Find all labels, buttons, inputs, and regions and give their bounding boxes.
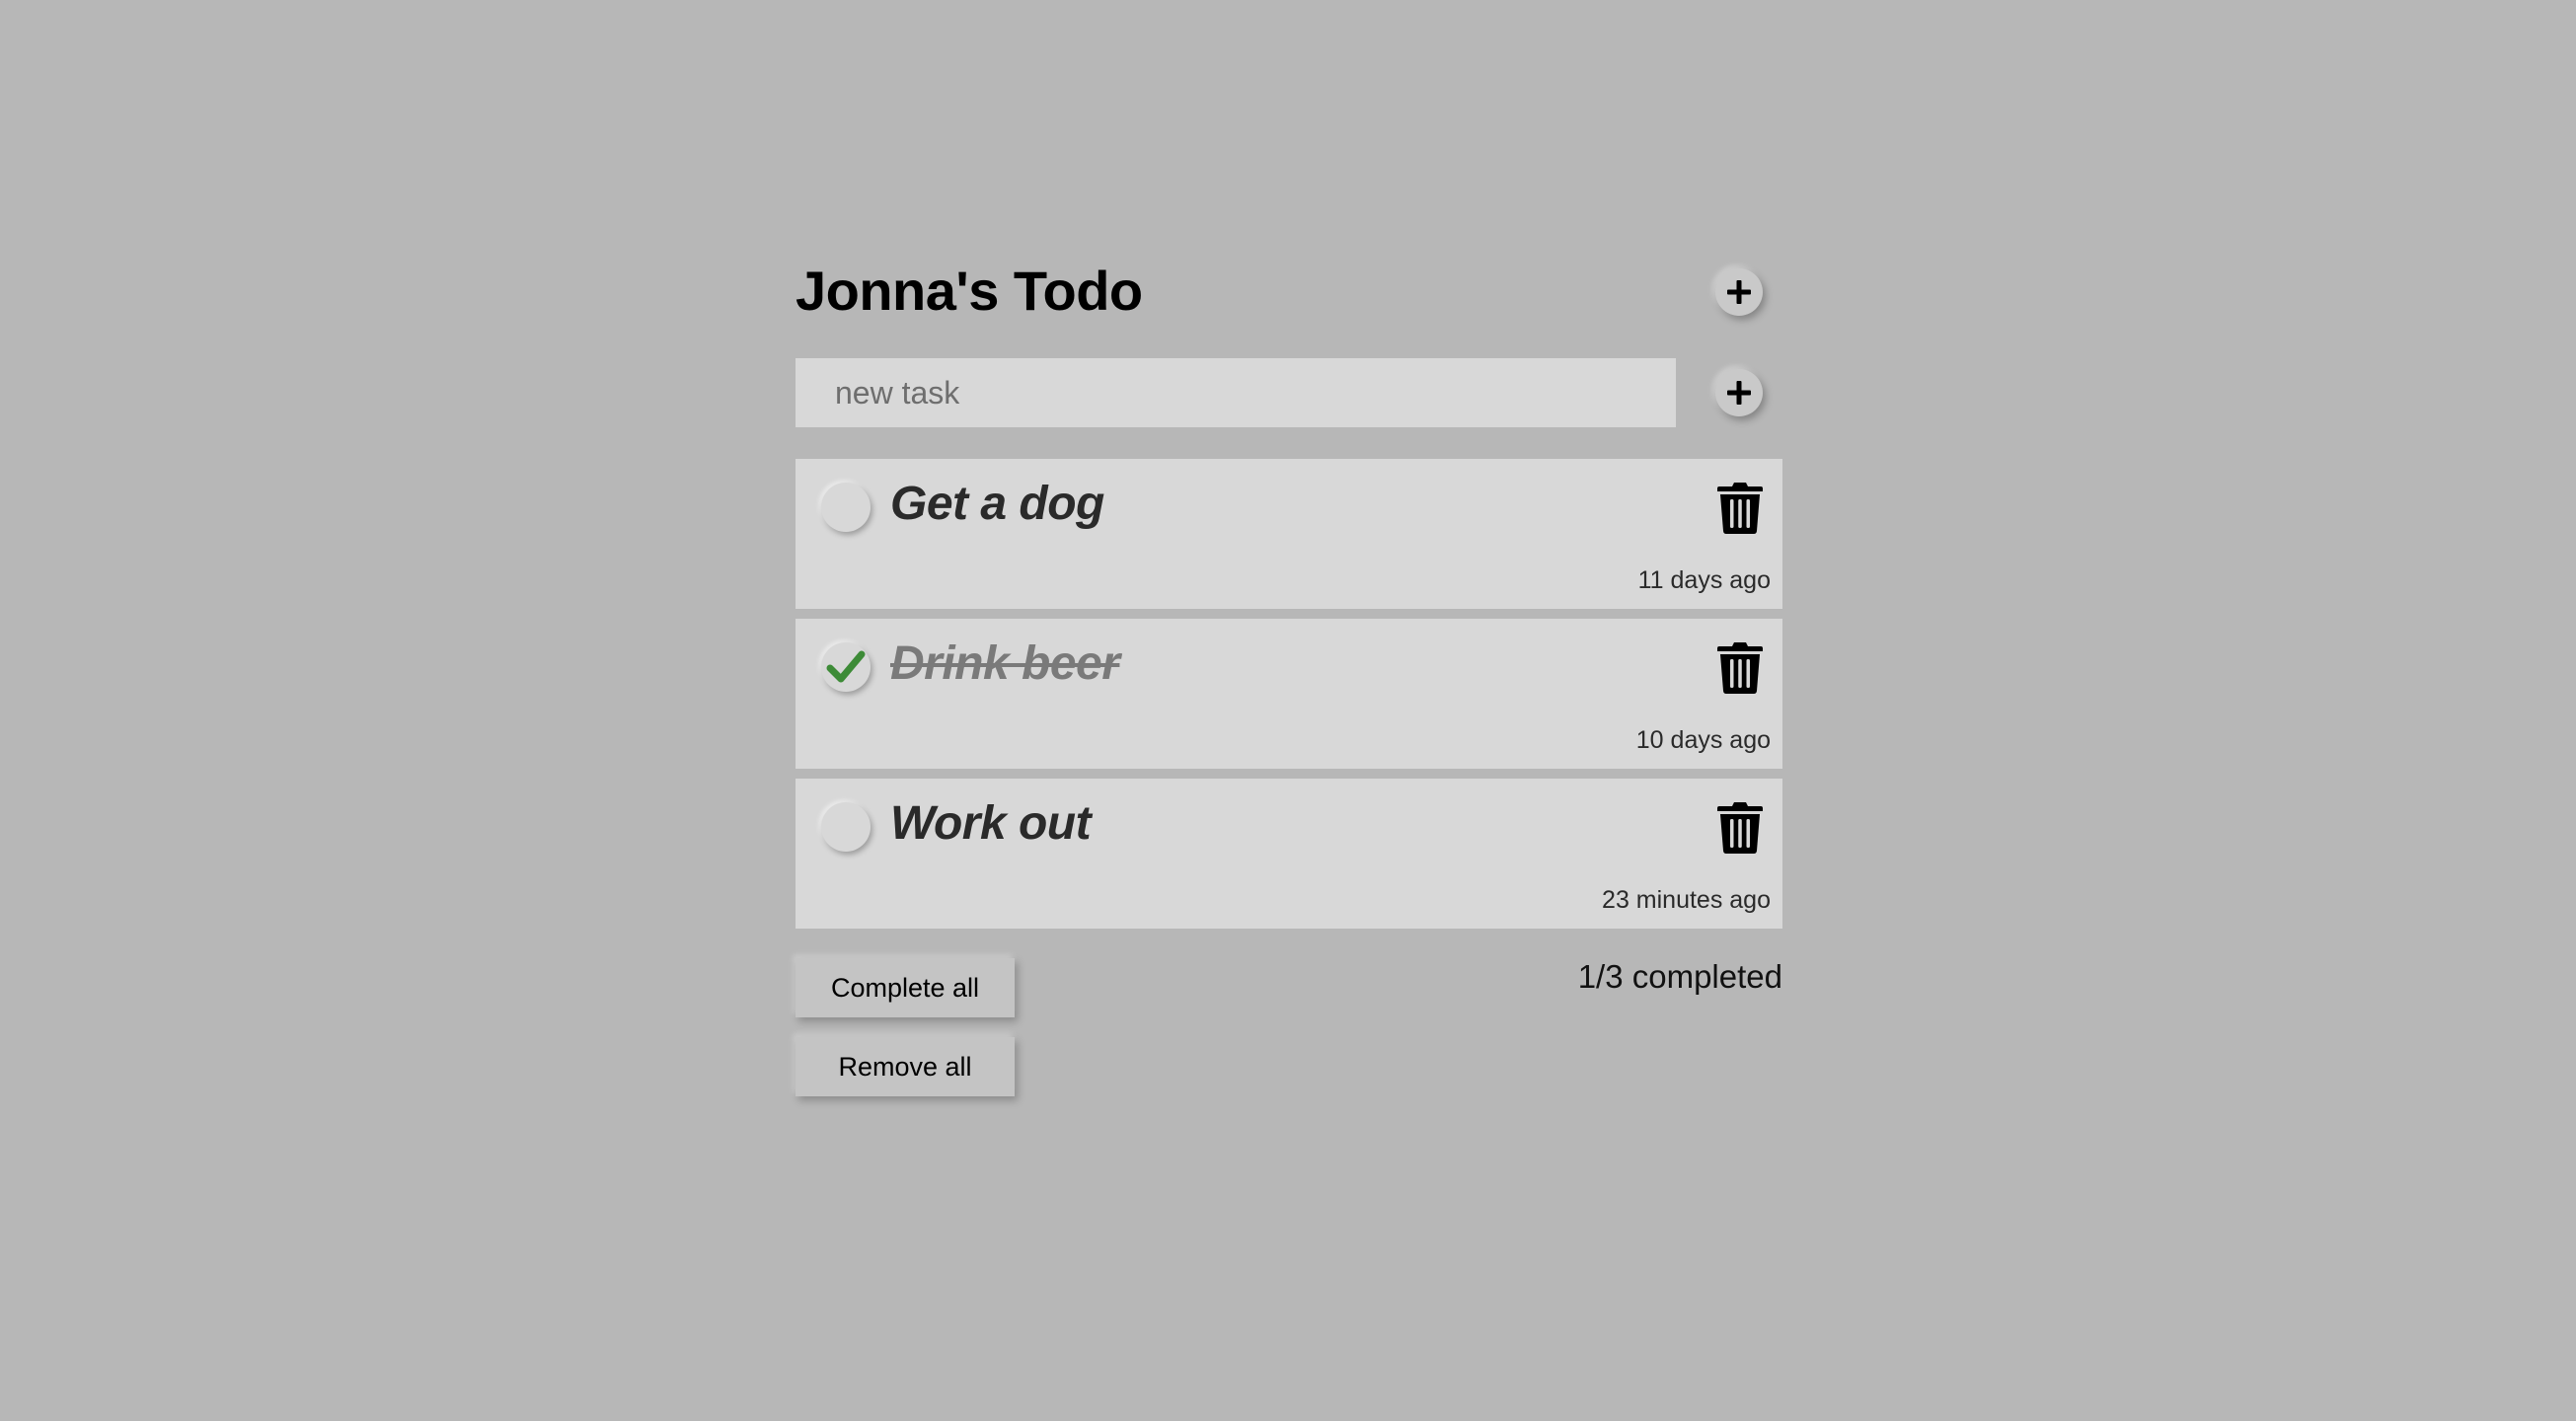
page-title: Jonna's Todo [796, 260, 1143, 322]
plus-icon [1727, 381, 1751, 405]
trash-icon[interactable] [1717, 483, 1763, 534]
task-timestamp: 11 days ago [1637, 566, 1771, 594]
plus-icon [1727, 280, 1751, 304]
task-checkbox[interactable] [821, 642, 871, 692]
task-item: Drink beer 10 days ago [796, 619, 1782, 769]
new-task-row [796, 358, 1782, 427]
trash-icon[interactable] [1717, 642, 1763, 694]
new-task-input[interactable] [796, 358, 1676, 427]
task-text: Get a dog [890, 478, 1104, 530]
task-item: Get a dog 11 days ago [796, 459, 1782, 609]
task-timestamp: 10 days ago [1635, 726, 1771, 754]
task-text: Work out [890, 797, 1092, 850]
add-task-button[interactable] [1715, 369, 1763, 416]
task-checkbox[interactable] [821, 802, 871, 852]
trash-icon[interactable] [1717, 802, 1763, 854]
checkmark-icon [826, 650, 866, 683]
todo-app: Jonna's Todo Get a dog [796, 247, 1782, 1146]
header: Jonna's Todo [796, 247, 1782, 336]
footer: Complete all Remove all 1/3 completed [796, 958, 1782, 1146]
task-checkbox[interactable] [821, 483, 871, 532]
task-list: Get a dog 11 days ago Drink beer 10 days… [796, 459, 1782, 929]
header-add-button[interactable] [1715, 268, 1763, 316]
completion-counter: 1/3 completed [1577, 958, 1782, 995]
complete-all-button[interactable]: Complete all [796, 958, 1015, 1017]
task-text: Drink beer [890, 637, 1120, 690]
task-timestamp: 23 minutes ago [1602, 886, 1771, 914]
task-item: Work out 23 minutes ago [796, 779, 1782, 929]
remove-all-button[interactable]: Remove all [796, 1037, 1015, 1096]
